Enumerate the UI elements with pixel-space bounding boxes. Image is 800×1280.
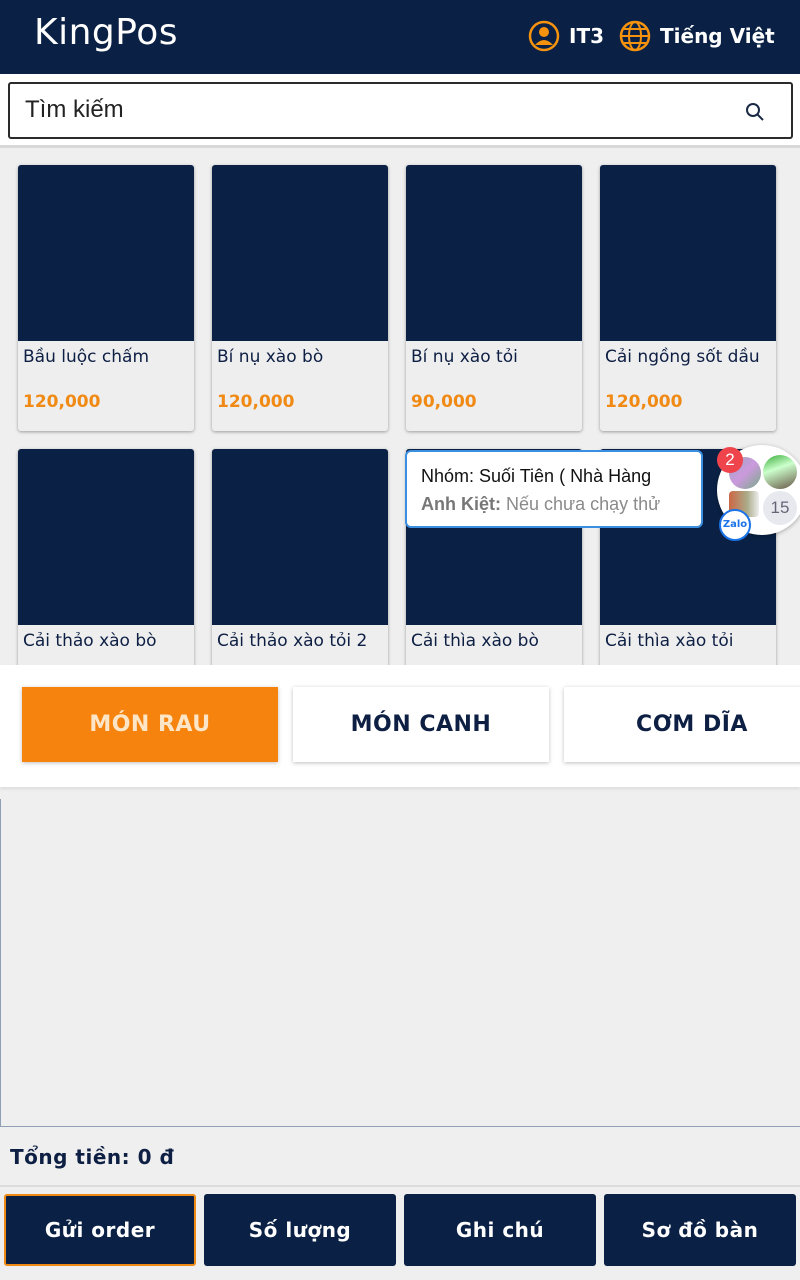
product-name: Cải ngồng sốt dầu [605, 347, 760, 367]
search-icon[interactable] [745, 102, 765, 122]
table-map-button[interactable]: Sơ đồ bàn [604, 1194, 796, 1266]
unread-badge: 2 [717, 447, 743, 473]
product-name: Cải thảo xào bò [23, 631, 157, 651]
product-image [18, 449, 194, 625]
zalo-chat-head[interactable]: 15 2 Zalo [717, 445, 800, 541]
app-logo[interactable]: KingPos [34, 12, 178, 53]
chat-group-title: Nhóm: Suối Tiên ( Nhà Hàng [421, 466, 652, 486]
product-image [406, 165, 582, 341]
product-image [18, 165, 194, 341]
product-price: 120,000 [605, 392, 683, 412]
product-name: Cải thìa xào tỏi [605, 631, 734, 651]
product-grid: Bầu luộc chấm 120,000 Bí nụ xào bò 120,0… [0, 150, 800, 665]
tab-com-dia[interactable]: CƠM DĨA [564, 687, 800, 762]
chat-sender: Anh Kiệt: [421, 494, 501, 514]
user-icon [528, 20, 560, 52]
send-order-button[interactable]: Gửi order [4, 1194, 196, 1266]
zalo-logo-icon: Zalo [719, 509, 751, 541]
note-button[interactable]: Ghi chú [404, 1194, 596, 1266]
user-name: IT3 [569, 24, 604, 48]
avatar [763, 455, 797, 489]
product-name: Cải thảo xào tỏi 2 [217, 631, 368, 651]
product-name: Bí nụ xào tỏi [411, 347, 518, 367]
product-price: 120,000 [23, 392, 101, 412]
product-name: Bầu luộc chấm [23, 347, 150, 367]
total-label: Tổng tiền: [10, 1145, 131, 1169]
search-input[interactable]: Tìm kiếm [8, 82, 793, 139]
tab-mon-rau[interactable]: MÓN RAU [22, 687, 278, 762]
member-count: 15 [763, 491, 797, 525]
product-name: Bí nụ xào bò [217, 347, 324, 367]
product-price: 90,000 [411, 392, 477, 412]
language-selector[interactable]: Tiếng Việt [619, 20, 775, 52]
total-value: 0 đ [137, 1145, 175, 1169]
product-card[interactable]: Bí nụ xào bò 120,000 [212, 165, 388, 431]
divider [0, 1185, 800, 1187]
chat-message-text: Nếu chưa chạy thử [506, 494, 661, 514]
order-total: Tổng tiền: 0 đ [10, 1145, 174, 1169]
product-card[interactable]: Cải thảo xào tỏi 2 [212, 449, 388, 665]
language-label: Tiếng Việt [660, 24, 775, 48]
app-header: KingPos IT3 Tiếng Việt [0, 0, 800, 74]
product-card[interactable]: Bầu luộc chấm 120,000 [18, 165, 194, 431]
category-tabs: MÓN RAU MÓN CANH CƠM DĨA [0, 665, 800, 787]
product-card[interactable]: Bí nụ xào tỏi 90,000 [406, 165, 582, 431]
tab-mon-canh[interactable]: MÓN CANH [293, 687, 549, 762]
search-placeholder: Tìm kiếm [25, 96, 124, 123]
user-account[interactable]: IT3 [528, 20, 604, 52]
product-image [212, 449, 388, 625]
quantity-button[interactable]: Số lượng [204, 1194, 396, 1266]
globe-icon [619, 20, 651, 52]
product-card[interactable]: Cải thảo xào bò [18, 449, 194, 665]
product-image [212, 165, 388, 341]
product-image [600, 165, 776, 341]
order-list[interactable] [0, 799, 800, 1127]
product-name: Cải thìa xào bò [411, 631, 539, 651]
chat-notification-bubble[interactable]: Nhóm: Suối Tiên ( Nhà Hàng Anh Kiệt: Nếu… [405, 450, 703, 528]
search-bar: Tìm kiếm [0, 74, 800, 148]
product-card[interactable]: Cải ngồng sốt dầu 120,000 [600, 165, 776, 431]
product-price: 120,000 [217, 392, 295, 412]
chat-message-preview: Anh Kiệt: Nếu chưa chạy thử [421, 494, 689, 515]
